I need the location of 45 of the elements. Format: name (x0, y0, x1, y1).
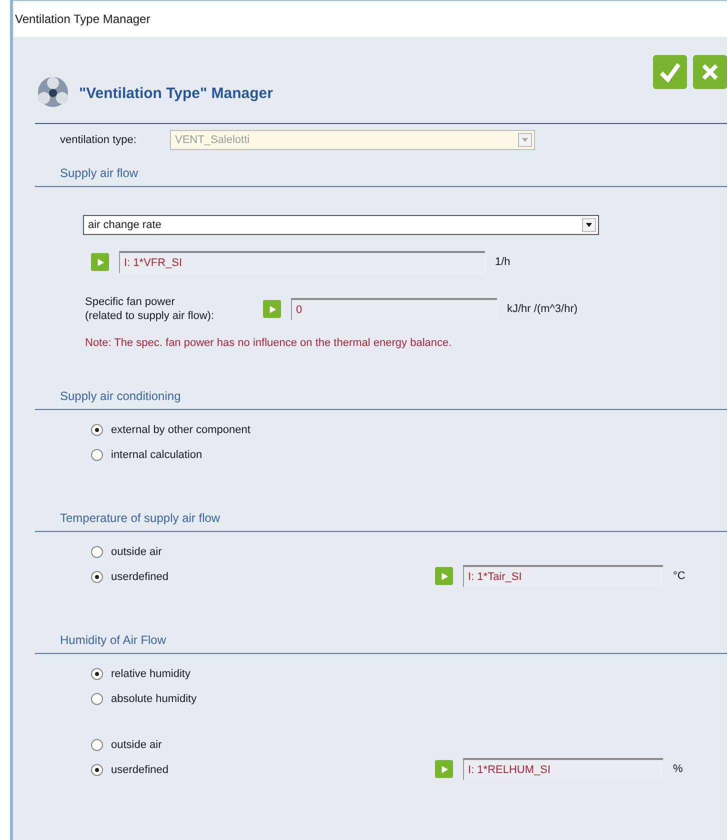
section-title: Temperature of supply air flow (60, 511, 220, 525)
section-title: Humidity of Air Flow (60, 633, 166, 647)
unit-label: kJ/hr /(m^3/hr) (507, 303, 578, 315)
formula-field[interactable]: I: 1*VFR_SI (119, 251, 485, 273)
radio-button[interactable] (91, 571, 103, 583)
play-button[interactable] (263, 300, 281, 318)
close-button[interactable] (693, 55, 727, 89)
radio-button[interactable] (91, 764, 103, 776)
play-icon (96, 258, 104, 266)
formula-field[interactable]: 0 (291, 298, 497, 320)
radio-label: outside air (111, 546, 162, 558)
radio-label: relative humidity (111, 668, 190, 680)
radio-button[interactable] (91, 668, 103, 680)
play-button[interactable] (91, 253, 109, 271)
radio-label: absolute humidity (111, 693, 197, 705)
field-label: Specific fan power (related to supply air flow): (85, 295, 215, 323)
radio-label: userdefined (111, 764, 168, 776)
dialog-title: "Ventilation Type" Manager (79, 84, 273, 102)
confirm-button[interactable] (653, 55, 687, 89)
radio-button[interactable] (91, 546, 103, 558)
radio-label: internal calculation (111, 449, 202, 461)
radio-label: userdefined (111, 571, 168, 583)
section-title: Supply air flow (60, 166, 138, 180)
play-icon (268, 304, 276, 314)
radio-button[interactable] (91, 693, 103, 705)
play-button[interactable] (435, 567, 453, 585)
radio-button[interactable] (91, 739, 103, 751)
window-title: Ventilation Type Manager (15, 12, 150, 26)
unit-label: % (673, 763, 683, 775)
section-title: Supply air conditioning (60, 389, 181, 403)
radio-button[interactable] (91, 424, 103, 436)
play-button[interactable] (435, 760, 453, 778)
play-icon (440, 764, 448, 774)
ventilation-type-label: ventilation type: (60, 134, 138, 146)
fan-icon (35, 74, 71, 110)
radio-label: external by other component (111, 424, 250, 436)
formula-field[interactable]: I: 1*RELHUM_SI (463, 758, 663, 780)
radio-label: outside air (111, 739, 162, 751)
play-icon (440, 572, 448, 580)
unit-label: 1/h (495, 256, 510, 268)
flow-type-dropdown[interactable]: air change rate (83, 215, 599, 235)
radio-button[interactable] (91, 449, 103, 461)
unit-label: °C (673, 570, 686, 582)
formula-field[interactable]: I: 1*Tair_SI (463, 565, 663, 587)
note-text: Note: The spec. fan power has no influence on the thermal energy balance. (85, 337, 453, 349)
